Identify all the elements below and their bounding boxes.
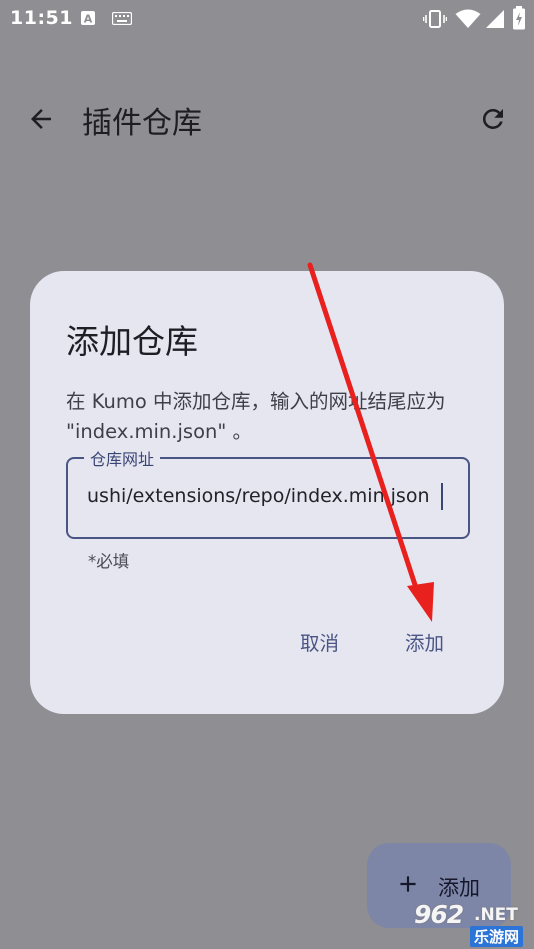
status-time: 11:51: [10, 7, 73, 29]
repository-url-field[interactable]: 仓库网址 ushi/extensions/repo/index.min.json: [66, 446, 470, 539]
back-arrow-icon[interactable]: [26, 104, 56, 134]
keyboard-icon: [112, 12, 132, 25]
cancel-button[interactable]: 取消: [300, 627, 339, 656]
page-title: 插件仓库: [82, 106, 202, 141]
svg-text:A: A: [84, 13, 93, 26]
watermark-number: 962: [414, 900, 464, 929]
watermark-site-name: 乐游网: [470, 926, 524, 947]
wifi-icon: [455, 9, 481, 28]
app-bar: 插件仓库: [0, 90, 534, 150]
plus-icon: [400, 876, 416, 892]
repository-url-input[interactable]: ushi/extensions/repo/index.min.json: [87, 485, 430, 507]
keyboard-a-icon: A: [81, 11, 95, 26]
status-bar: 11:51 A: [0, 0, 534, 38]
dialog-description: 在 Kumo 中添加仓库，输入的网址结尾应为 "index.min.json" …: [66, 390, 446, 443]
required-helper-text: *必填: [88, 552, 130, 571]
add-repository-dialog: 添加仓库 在 Kumo 中添加仓库，输入的网址结尾应为 "index.min.j…: [30, 271, 504, 714]
confirm-add-button[interactable]: 添加: [405, 627, 444, 656]
cellular-signal-icon: [486, 10, 504, 28]
watermark-suffix: .NET: [474, 905, 518, 925]
battery-charging-icon: [513, 6, 525, 30]
vibrate-icon: [423, 10, 447, 28]
site-watermark: 962 .NET 乐游网: [392, 898, 534, 949]
text-cursor: [441, 483, 443, 510]
refresh-icon[interactable]: [478, 104, 508, 134]
dialog-title: 添加仓库: [66, 322, 198, 361]
repository-url-label: 仓库网址: [84, 446, 161, 470]
